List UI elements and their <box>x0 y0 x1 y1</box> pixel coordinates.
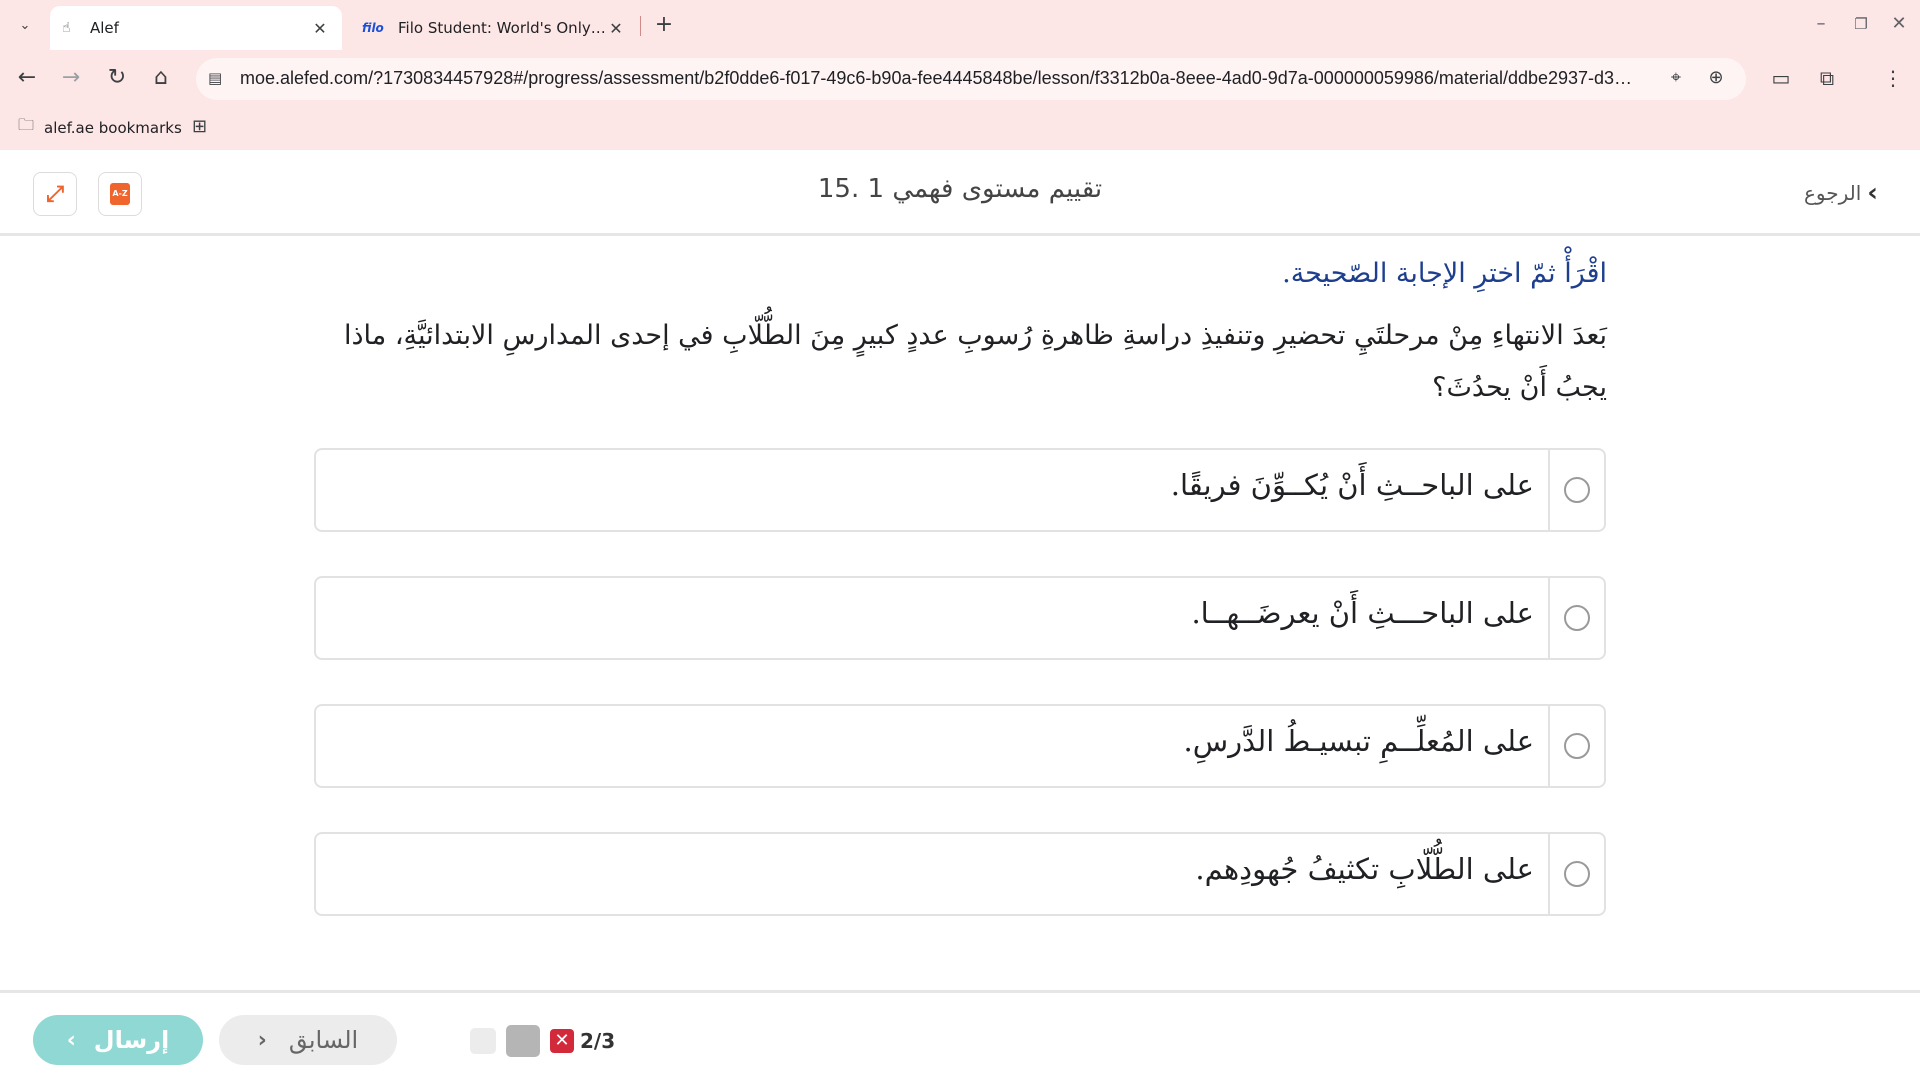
reload-icon[interactable]: ↻ <box>102 64 132 94</box>
option-text: على الباحـــثِ أَنْ يعرضَــهــا. <box>1191 596 1534 630</box>
radio-cell[interactable] <box>1548 450 1604 530</box>
home-icon[interactable]: ⌂ <box>146 64 176 94</box>
tab-divider <box>640 16 641 36</box>
previous-button[interactable]: › السابق <box>219 1015 397 1065</box>
tab-title: Filo Student: World's Only Live I <box>398 19 606 37</box>
radio-cell[interactable] <box>1548 706 1604 786</box>
new-tab-plus-icon[interactable]: + <box>650 12 678 40</box>
restore-icon[interactable]: ❐ <box>1846 10 1876 40</box>
back-arrow-icon[interactable]: ← <box>12 64 42 94</box>
menu-kebab-icon[interactable]: ⋮ <box>1878 64 1908 94</box>
progress-step-pending[interactable] <box>470 1028 496 1054</box>
close-tab-icon[interactable]: ✕ <box>310 19 330 38</box>
wrong-answer-icon: ✕ <box>550 1029 574 1053</box>
previous-label: السابق <box>288 1026 359 1054</box>
apps-grid-icon[interactable]: ⊞ <box>192 116 207 137</box>
back-label: الرجوع <box>1803 181 1862 205</box>
chevron-right-icon: › <box>257 1027 267 1053</box>
assessment-footer: ‹ إرسال › السابق ✕ 2/3 <box>0 990 1920 1080</box>
bookmark-folder-alef[interactable]: 🗀 alef.ae bookmarks <box>18 114 182 141</box>
question-instruction: اقْرَأْ ثمّ اخترِ الإجابة الصّحيحة. <box>1282 258 1607 289</box>
folder-icon: 🗀 <box>18 115 35 134</box>
bookmarks-bar: 🗀 alef.ae bookmarks ⊞ <box>0 108 1920 144</box>
radio-button[interactable] <box>1564 861 1590 887</box>
close-window-icon[interactable]: ✕ <box>1884 10 1914 40</box>
location-pin-icon[interactable]: ⌖ <box>1664 67 1688 91</box>
minimize-icon[interactable]: – <box>1806 10 1836 40</box>
radio-cell[interactable] <box>1548 834 1604 914</box>
browser-chrome: ⌄ ☝ Alef ✕ filo Filo Student: World's On… <box>0 0 1920 150</box>
filo-favicon-icon: filo <box>362 21 384 35</box>
radio-button[interactable] <box>1564 733 1590 759</box>
zoom-icon[interactable]: ⊕ <box>1704 67 1728 91</box>
answer-option[interactable]: على المُعلِّــمِ تبسيـطُ الدَّرسِ. <box>314 704 1606 788</box>
radio-cell[interactable] <box>1548 578 1604 658</box>
forward-arrow-icon[interactable]: → <box>56 64 86 94</box>
tab-strip: ⌄ ☝ Alef ✕ filo Filo Student: World's On… <box>0 0 1920 50</box>
back-link[interactable]: › الرجوع <box>1804 178 1878 208</box>
app-header: ⤢ A-Z 15. تقييم مستوى فهمي 1 › الرجوع <box>0 150 1920 236</box>
question-panel: اقْرَأْ ثمّ اخترِ الإجابة الصّحيحة. بَعد… <box>0 240 1920 990</box>
option-text: على المُعلِّــمِ تبسيـطُ الدَّرسِ. <box>1183 724 1534 758</box>
question-text: بَعدَ الانتهاءِ مِنْ مرحلتَيِ تحضيرِ وتن… <box>344 320 1607 403</box>
chevron-right-icon: › <box>1867 178 1878 208</box>
option-text: على الباحــثِ أَنْ يُكــوِّنَ فريقًا. <box>1170 468 1534 502</box>
chevron-left-icon: ‹ <box>66 1027 76 1053</box>
progress-step-current[interactable] <box>506 1025 540 1057</box>
question-progress: ✕ 2/3 <box>470 1025 615 1057</box>
answer-option[interactable]: على الطُّلّابِ تكثيفُ جُهودِهم. <box>314 832 1606 916</box>
close-tab-icon[interactable]: ✕ <box>606 19 626 38</box>
radio-button[interactable] <box>1564 605 1590 631</box>
address-bar[interactable]: ▤ moe.alefed.com/?1730834457928#/progres… <box>196 58 1746 100</box>
progress-count: 2/3 <box>580 1029 616 1053</box>
radio-button[interactable] <box>1564 477 1590 503</box>
browser-toolbar: ← → ↻ ⌂ ▤ moe.alefed.com/?1730834457928#… <box>0 52 1920 104</box>
tab-filo[interactable]: filo Filo Student: World's Only Live I ✕ <box>350 6 638 50</box>
bookmark-label: alef.ae bookmarks <box>44 118 182 137</box>
answer-option[interactable]: على الباحـــثِ أَنْ يعرضَــهــا. <box>314 576 1606 660</box>
send-label: إرسال <box>93 1026 170 1054</box>
tab-title: Alef <box>90 19 119 37</box>
page-title: 15. تقييم مستوى فهمي 1 <box>817 174 1103 204</box>
send-button[interactable]: ‹ إرسال <box>33 1015 203 1065</box>
site-info-icon[interactable]: ▤ <box>208 69 228 89</box>
option-text: على الطُّلّابِ تكثيفُ جُهودِهم. <box>1195 852 1534 886</box>
extensions-puzzle-icon[interactable]: ⧉ <box>1812 64 1842 94</box>
address-url[interactable]: moe.alefed.com/?1730834457928#/progress/… <box>240 68 1640 89</box>
cast-media-icon[interactable]: ▭ <box>1766 64 1796 94</box>
alef-favicon-icon: ☝ <box>62 20 71 36</box>
tab-alef[interactable]: ☝ Alef ✕ <box>50 6 342 50</box>
tab-search-chevron-icon[interactable]: ⌄ <box>10 12 40 38</box>
answer-option[interactable]: على الباحــثِ أَنْ يُكــوِّنَ فريقًا. <box>314 448 1606 532</box>
